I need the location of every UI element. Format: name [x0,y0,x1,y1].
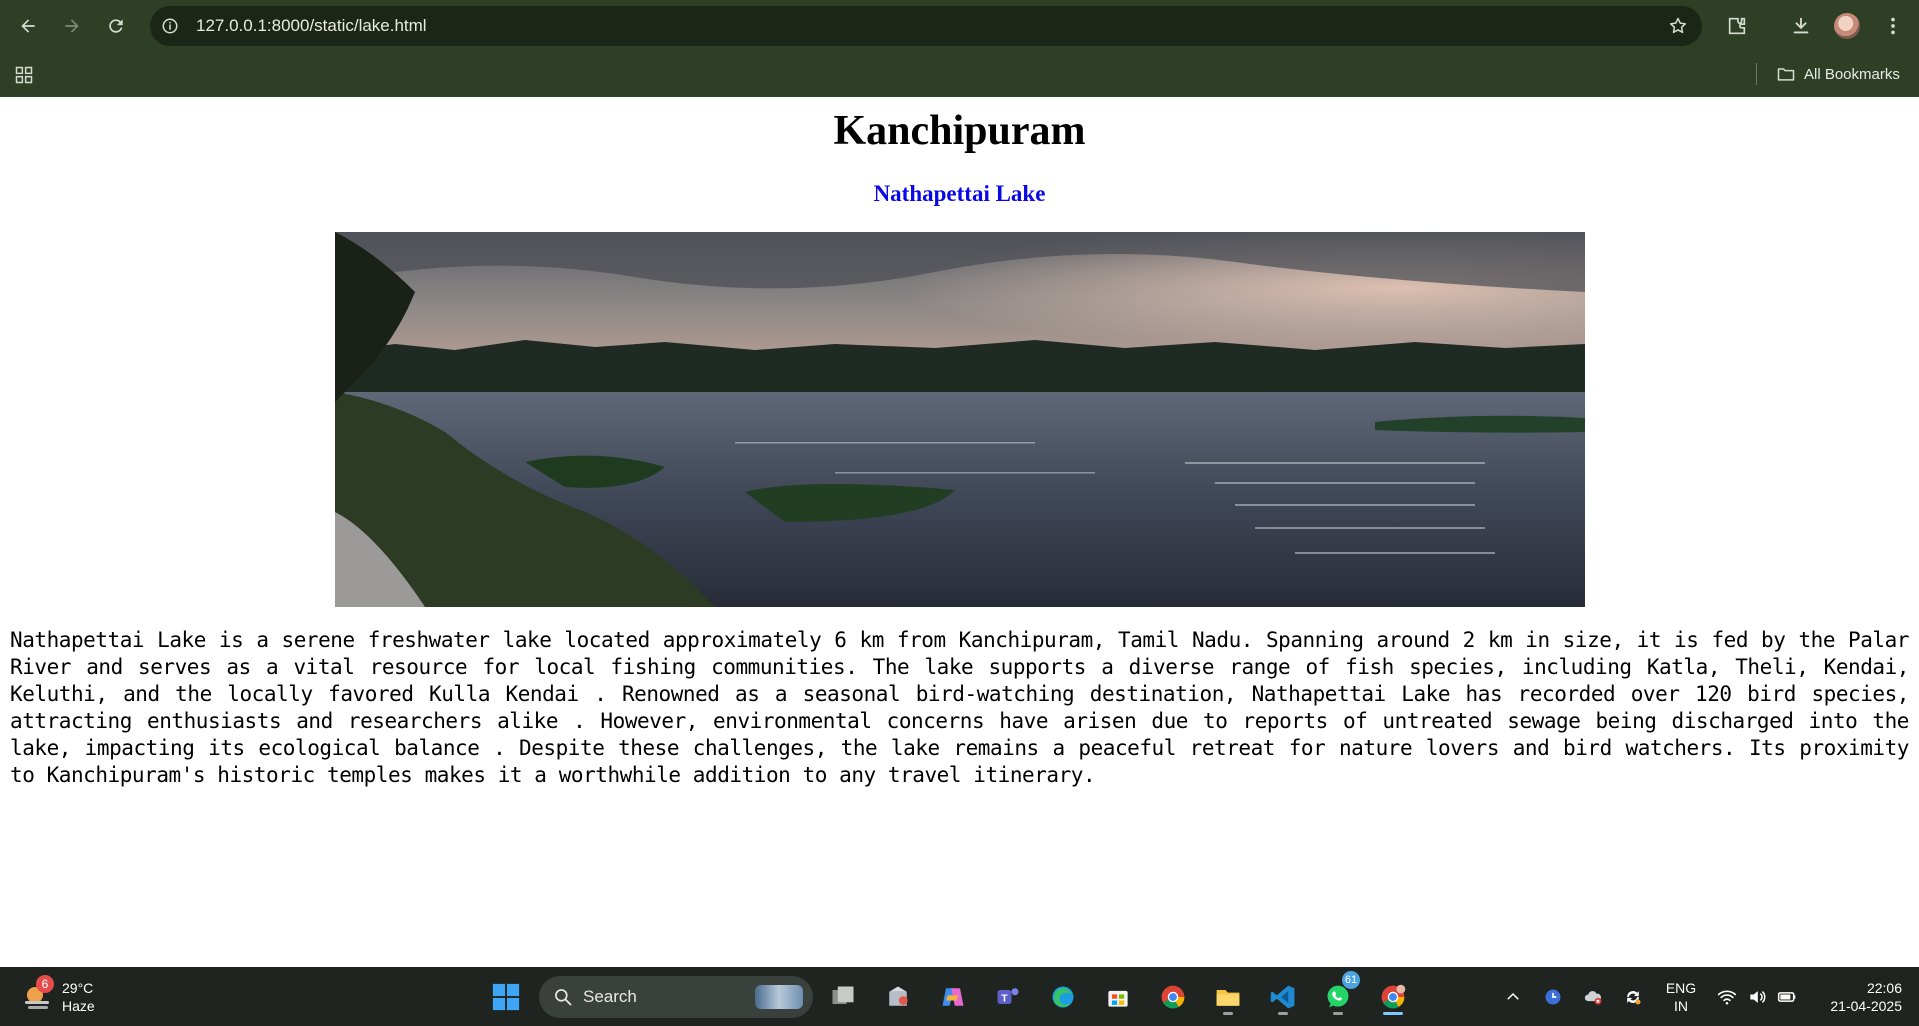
edge-button[interactable] [1043,977,1083,1017]
running-indicator [1278,1012,1288,1015]
onedrive-icon[interactable] [1582,986,1604,1008]
running-indicator [1333,1012,1343,1015]
language-region: IN [1674,998,1688,1014]
vscode-button[interactable] [1263,977,1303,1017]
weather-badge: 6 [36,975,54,993]
download-icon[interactable] [1787,12,1815,40]
language-code: ENG [1665,980,1697,996]
store-package-button[interactable] [878,977,918,1017]
vscode-icon [1270,985,1295,1009]
reload-icon [109,19,123,33]
store-package-icon [889,986,908,1006]
search-icon [555,989,572,1006]
bookmarks-separator [1756,63,1757,85]
menu-icon[interactable] [1879,12,1907,40]
file-explorer-icon [1216,990,1240,1006]
profile-avatar[interactable] [1834,13,1860,39]
forward-icon [65,19,79,33]
whatsapp-badge: 61 [1342,971,1360,989]
clock-date: 21-04-2025 [1830,998,1902,1014]
page-subtitle: Nathapettai Lake [873,181,1046,206]
teams-button[interactable]: T [988,977,1028,1017]
chrome-profile-button[interactable] [1373,977,1413,1017]
site-info-icon[interactable] [158,14,182,38]
copilot-icon [942,988,964,1006]
system-clock[interactable]: 22:06 21-04-2025 [1812,979,1902,1015]
bookmarks-bar: All Bookmarks [0,52,1919,97]
weather-condition: Haze [62,998,95,1014]
copilot-button[interactable] [933,977,973,1017]
address-bar[interactable]: 127.0.0.1:8000/static/lake.html [150,6,1702,46]
weather-icon: 6 [22,975,54,1013]
back-icon [21,19,35,33]
back-button[interactable] [12,10,44,42]
taskbar: 6 29°C Haze Search T 61 ENG IN 22:06 21-… [0,967,1919,1026]
taskbar-search[interactable]: Search [539,976,813,1018]
task-view-button[interactable] [823,977,863,1017]
sync-icon[interactable] [1622,986,1644,1008]
whatsapp-button[interactable]: 61 [1318,971,1360,1017]
extensions-icon[interactable] [1723,12,1751,40]
lake-description: Nathapettai Lake is a serene freshwater … [10,628,1909,787]
svg-text:T: T [1001,992,1008,1004]
teams-icon: T [997,988,1019,1004]
volume-icon[interactable] [1746,986,1768,1008]
apps-icon[interactable] [12,63,36,87]
file-explorer-button[interactable] [1208,977,1248,1017]
browser-chrome: 127.0.0.1:8000/static/lake.html All Book… [0,0,1919,97]
reload-button[interactable] [100,10,132,42]
running-indicator [1223,1012,1233,1015]
forward-button[interactable] [56,10,88,42]
folder-icon [1777,68,1795,81]
wifi-icon[interactable] [1716,986,1738,1008]
clock-time: 22:06 [1866,980,1902,996]
weather-temperature: 29°C [62,980,94,996]
chevron-up-icon[interactable] [1502,986,1524,1008]
all-bookmarks-button[interactable]: All Bookmarks [1776,61,1900,87]
browser-toolbar: 127.0.0.1:8000/static/lake.html [0,0,1919,52]
start-icon [492,983,520,1011]
search-highlight-art [755,985,803,1009]
chrome-icon [1161,985,1185,1009]
start-button[interactable] [486,977,526,1017]
all-bookmarks-label: All Bookmarks [1804,65,1900,83]
search-label: Search [583,987,637,1006]
active-indicator [1383,1012,1403,1015]
lake-image [335,232,1585,607]
chrome-button[interactable] [1153,977,1193,1017]
page-content: Kanchipuram Nathapettai Lake Nathapettai… [0,97,1919,967]
url-text[interactable]: 127.0.0.1:8000/static/lake.html [196,6,427,46]
chrome-profile-icon [1381,984,1406,1009]
star-icon[interactable] [1666,14,1690,38]
clock-app-icon[interactable] [1542,986,1564,1008]
weather-widget[interactable]: 6 29°C Haze [22,975,95,1018]
task-view-icon [832,986,854,1004]
language-indicator[interactable]: ENG IN [1664,979,1698,1015]
microsoft-store-icon [1108,990,1128,1007]
battery-icon[interactable] [1776,986,1798,1008]
edge-icon [1052,986,1074,1008]
microsoft-store-button[interactable] [1098,977,1138,1017]
page-title: Kanchipuram [833,108,1086,154]
